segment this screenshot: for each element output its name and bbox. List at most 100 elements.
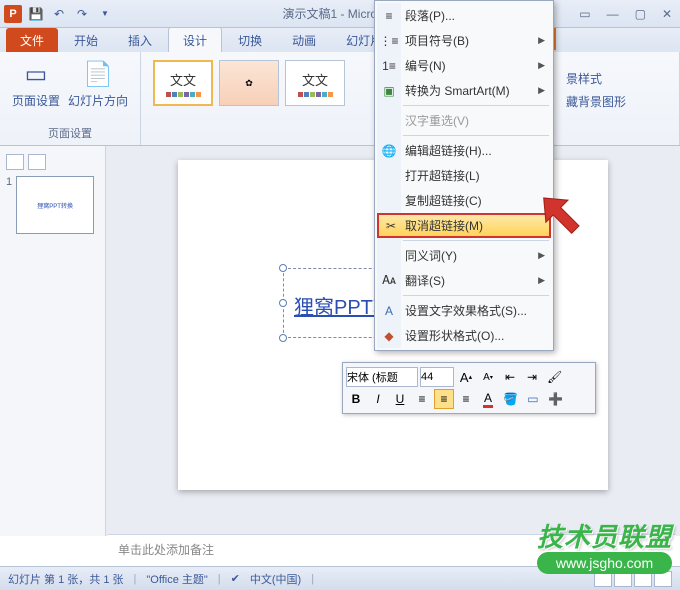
- bullets-icon: ⋮≡: [381, 33, 397, 49]
- bold-button[interactable]: B: [346, 389, 366, 409]
- undo-icon[interactable]: ↶: [49, 4, 69, 24]
- status-language[interactable]: 中文(中国): [250, 571, 301, 587]
- smartart-icon: ▣: [381, 83, 397, 99]
- bg-styles-button[interactable]: 景样式: [566, 70, 626, 87]
- italic-button[interactable]: I: [368, 389, 388, 409]
- submenu-arrow: ▶: [538, 85, 545, 96]
- insert-shape-button[interactable]: ➕: [545, 389, 566, 409]
- menu-separator: [403, 105, 549, 106]
- decrease-indent-icon[interactable]: ⇤: [500, 367, 520, 387]
- slide-thumb-1-wrap: 1 狸窝PPT转换: [6, 176, 99, 234]
- redo-icon[interactable]: ↷: [72, 4, 92, 24]
- hide-bg-checkbox[interactable]: 藏背景图形: [566, 93, 626, 110]
- theme-thumb-2[interactable]: ✿: [219, 60, 279, 106]
- submenu-arrow: ▶: [538, 60, 545, 71]
- menu-translate[interactable]: 🗛翻译(S)▶: [377, 268, 551, 293]
- shape-format-icon: ◆: [381, 328, 397, 344]
- underline-button[interactable]: U: [390, 389, 410, 409]
- paragraph-icon: ≡: [381, 8, 397, 24]
- ribbon-group-page-setup: ▭ 页面设置 📄 幻灯片方向 页面设置: [0, 52, 141, 145]
- app-icon: P: [4, 5, 22, 23]
- orientation-label: 幻灯片方向: [68, 92, 128, 109]
- slide-number: 1: [6, 176, 12, 234]
- page-setup-button[interactable]: ▭ 页面设置: [8, 56, 64, 111]
- handle-top-left[interactable]: [279, 264, 287, 272]
- quick-access-toolbar: 💾 ↶ ↷ ▼: [26, 4, 115, 24]
- tab-design[interactable]: 设计: [168, 27, 222, 52]
- watermark-url: www.jsgho.com: [537, 552, 672, 574]
- menu-separator: [403, 240, 549, 241]
- save-icon[interactable]: 💾: [26, 4, 46, 24]
- menu-text-effects[interactable]: A设置文字效果格式(S)...: [377, 298, 551, 323]
- orientation-icon: 📄: [82, 58, 114, 90]
- close-button[interactable]: ✕: [658, 7, 676, 21]
- align-right-icon[interactable]: ≡: [456, 389, 476, 409]
- slide-thumbnail-1[interactable]: 狸窝PPT转换: [16, 176, 94, 234]
- menu-separator: [403, 295, 549, 296]
- page-setup-icon: ▭: [20, 58, 52, 90]
- theme-thumb-3[interactable]: 文文: [285, 60, 345, 106]
- menu-separator: [403, 135, 549, 136]
- slide-orientation-button[interactable]: 📄 幻灯片方向: [64, 56, 132, 111]
- theme-thumb-1[interactable]: 文文: [153, 60, 213, 106]
- status-theme: "Office 主题": [146, 571, 207, 587]
- menu-copy-hyperlink[interactable]: 复制超链接(C): [377, 188, 551, 213]
- menu-edit-hyperlink[interactable]: 🌐编辑超链接(H)...: [377, 138, 551, 163]
- menu-numbering[interactable]: 1≡编号(N)▶: [377, 53, 551, 78]
- maximize-button[interactable]: ▢: [631, 7, 650, 21]
- menu-synonyms[interactable]: 同义词(Y)▶: [377, 243, 551, 268]
- theme-text: 文文: [302, 70, 328, 89]
- handle-bot-left[interactable]: [279, 334, 287, 342]
- handle-mid-left[interactable]: [279, 299, 287, 307]
- remove-link-icon: ✂: [383, 218, 399, 234]
- font-size-select[interactable]: [420, 367, 454, 387]
- minimize-ribbon-icon[interactable]: ▭: [575, 7, 594, 21]
- page-setup-label: 页面设置: [12, 92, 60, 109]
- watermark: 技术员联盟 www.jsgho.com: [537, 517, 672, 574]
- align-center-icon[interactable]: ≡: [434, 389, 454, 409]
- format-painter-icon[interactable]: 🖌: [544, 367, 565, 387]
- titlebar: P 💾 ↶ ↷ ▼ 演示文稿1 - Microsoft P ▭ — ▢ ✕: [0, 0, 680, 28]
- menu-shape-format[interactable]: ◆设置形状格式(O)...: [377, 323, 551, 348]
- tab-transitions[interactable]: 切换: [224, 28, 276, 52]
- submenu-arrow: ▶: [538, 250, 545, 261]
- tab-animations[interactable]: 动画: [278, 28, 330, 52]
- ribbon-right-options: 景样式 藏背景图形: [556, 64, 636, 116]
- menu-open-hyperlink[interactable]: 打开超链接(L): [377, 163, 551, 188]
- font-family-select[interactable]: [346, 367, 418, 387]
- text-effects-icon: A: [381, 303, 397, 319]
- tab-insert[interactable]: 插入: [114, 28, 166, 52]
- menu-smartart[interactable]: ▣转换为 SmartArt(M)▶: [377, 78, 551, 103]
- group-label-page-setup: 页面设置: [8, 123, 132, 143]
- panel-tab-slides[interactable]: [6, 154, 24, 170]
- theme-text: 文文: [170, 70, 196, 89]
- shape-fill-button[interactable]: 🪣: [500, 389, 521, 409]
- context-menu: ≡段落(P)... ⋮≡项目符号(B)▶ 1≡编号(N)▶ ▣转换为 Smart…: [374, 0, 554, 351]
- font-color-button[interactable]: A: [478, 389, 498, 409]
- numbering-icon: 1≡: [381, 58, 397, 74]
- qat-dropdown-icon[interactable]: ▼: [95, 4, 115, 24]
- status-spellcheck-icon[interactable]: ✔: [231, 572, 240, 585]
- hyperlink-icon: 🌐: [381, 143, 397, 159]
- minimize-button[interactable]: —: [603, 7, 623, 21]
- shape-outline-button[interactable]: ▭: [523, 389, 543, 409]
- tab-file[interactable]: 文件: [6, 28, 58, 52]
- slides-panel: 1 狸窝PPT转换: [0, 146, 106, 536]
- submenu-arrow: ▶: [538, 35, 545, 46]
- panel-tab-outline[interactable]: [28, 154, 46, 170]
- tab-home[interactable]: 开始: [60, 28, 112, 52]
- grow-font-icon[interactable]: A▴: [456, 367, 476, 387]
- menu-paragraph[interactable]: ≡段落(P)...: [377, 3, 551, 28]
- menu-hanzi[interactable]: 汉字重选(V): [377, 108, 551, 133]
- translate-icon: 🗛: [381, 273, 397, 289]
- mini-toolbar: A▴ A▾ ⇤ ⇥ 🖌 B I U ≡ ≡ ≡ A 🪣 ▭ ➕: [342, 362, 596, 414]
- increase-indent-icon[interactable]: ⇥: [522, 367, 542, 387]
- ribbon-tabs: 文件 开始 插入 设计 切换 动画 幻灯片: [0, 28, 680, 52]
- watermark-text: 技术员联盟: [537, 517, 672, 554]
- status-slide-info: 幻灯片 第 1 张，共 1 张: [8, 571, 124, 587]
- window-controls: ▭ — ▢ ✕: [575, 7, 676, 21]
- align-left-icon[interactable]: ≡: [412, 389, 432, 409]
- submenu-arrow: ▶: [538, 275, 545, 286]
- shrink-font-icon[interactable]: A▾: [478, 367, 498, 387]
- menu-bullets[interactable]: ⋮≡项目符号(B)▶: [377, 28, 551, 53]
